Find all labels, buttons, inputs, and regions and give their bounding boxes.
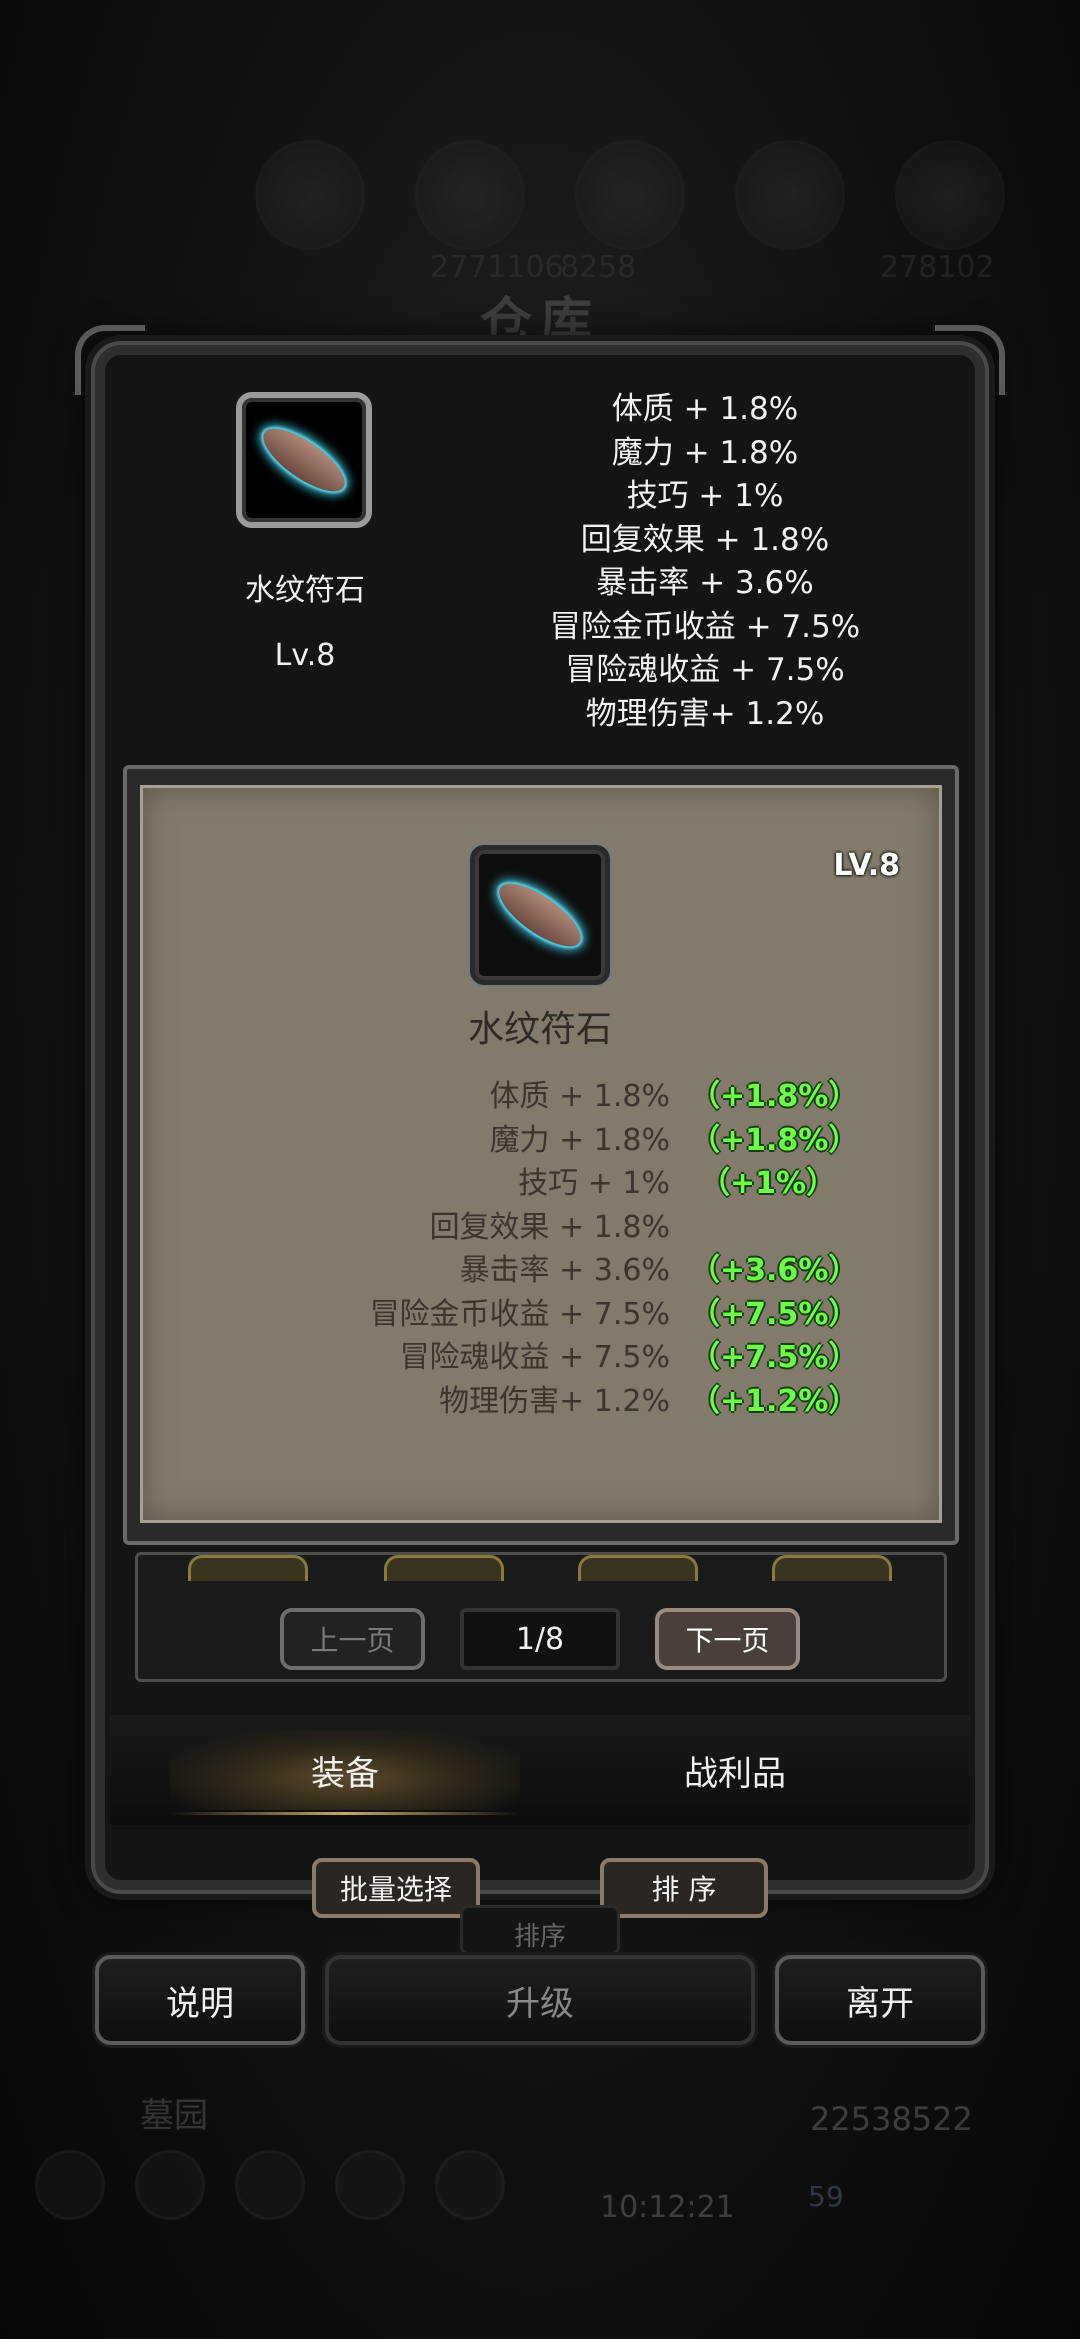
water-rune-stone-icon	[254, 417, 354, 503]
stat-row: 物理伤害+ 1.2% （+1.2%）	[300, 1380, 880, 1424]
stat-bonus: （+3.6%）	[690, 1253, 859, 1288]
stat-line: 魔力 + 1.8%	[611, 434, 799, 471]
menu-icon	[135, 2150, 205, 2220]
stat-text: 回复效果 + 1.8%	[429, 1209, 670, 1245]
stat-bonus: （+1%）	[700, 1166, 837, 1201]
frame-ornament	[75, 325, 145, 395]
stat-text: 物理伤害+ 1.2%	[439, 1383, 670, 1419]
stat-bonus: （+1.8%）	[690, 1079, 859, 1114]
stat-line: 体质 + 1.8%	[611, 391, 799, 427]
stat-bonus: （+1.8%）	[690, 1122, 859, 1158]
water-rune-stone-icon	[490, 872, 590, 958]
panel-stats-list: 体质 + 1.8% （+1.8%） 魔力 + 1.8% （+1.8%） 技巧 + 1…	[300, 1075, 880, 1423]
frame-ornament	[935, 325, 1005, 395]
panel-item-icon	[470, 845, 610, 985]
panel-item-name: 水纹符石	[467, 1009, 612, 1050]
stat-text: 魔力 + 1.8%	[489, 1122, 670, 1158]
stat-line: 回复效果 + 1.8%	[580, 521, 830, 558]
info-button[interactable]: 说明	[95, 1955, 305, 2045]
item-name: 水纹符石	[245, 573, 365, 608]
stat-row: 冒险魂收益 + 7.5% （+7.5%）	[300, 1336, 880, 1380]
next-page-button[interactable]: 下一页	[655, 1608, 800, 1670]
menu-icon	[235, 2150, 305, 2220]
panel-item-level: LV.8	[833, 848, 900, 883]
prev-page-button[interactable]: 上一页	[280, 1608, 425, 1670]
background-top-hud: 2771106 8258 278102	[0, 100, 1080, 285]
sort-button[interactable]: 排 序	[600, 1858, 768, 1918]
active-tab-underline	[170, 1812, 520, 1815]
page-indicator: 1/8	[460, 1608, 620, 1670]
stat-text: 冒险魂收益 + 7.5%	[399, 1340, 670, 1375]
stat-text: 冒险金币收益 + 7.5%	[369, 1296, 670, 1332]
stat-row: 暴击率 + 3.6% （+3.6%）	[300, 1249, 880, 1293]
stat-text: 技巧 + 1%	[518, 1166, 670, 1201]
upgrade-button[interactable]: 升级	[325, 1955, 755, 2045]
menu-icon	[35, 2150, 105, 2220]
item-icon	[236, 392, 372, 528]
batch-select-button[interactable]: 批量选择	[312, 1858, 480, 1918]
item-level: Lv.8	[274, 638, 336, 673]
resource-icon	[895, 140, 1005, 250]
item-stats-summary: 体质 + 1.8% 魔力 + 1.8% 技巧 + 1% 回复效果 + 1.8% …	[520, 388, 890, 736]
stat-row: 魔力 + 1.8% （+1.8%）	[300, 1119, 880, 1163]
background-sort-label: 排序	[460, 1905, 620, 1955]
gem-count: 59	[808, 2180, 844, 2213]
stat-line: 技巧 + 1%	[626, 478, 784, 514]
inventory-slot[interactable]	[188, 1555, 308, 1581]
menu-icon	[335, 2150, 405, 2220]
background-bottom-hud: 墓园 22538522 10:12:21 59	[0, 2070, 1080, 2339]
resource-icon	[735, 140, 845, 250]
tab-equipment[interactable]: 装备	[170, 1730, 520, 1810]
inventory-slot[interactable]	[578, 1555, 698, 1581]
stat-row: 冒险金币收益 + 7.5% （+7.5%）	[300, 1293, 880, 1337]
stat-row: 体质 + 1.8% （+1.8%）	[300, 1075, 880, 1119]
gold-count: 22538522	[810, 2100, 973, 2138]
stat-line: 物理伤害+ 1.2%	[585, 695, 825, 732]
resource-icon	[415, 140, 525, 250]
warehouse-title: 仓库	[479, 293, 600, 353]
stat-line: 冒险金币收益 + 7.5%	[549, 608, 861, 645]
stat-bonus: （+7.5%）	[690, 1296, 859, 1332]
clock-time: 10:12:21	[600, 2190, 735, 2225]
inventory-slot[interactable]	[384, 1555, 504, 1581]
stat-row: 技巧 + 1% （+1%）	[300, 1162, 880, 1206]
stat-bonus: （+7.5%）	[690, 1340, 859, 1375]
tab-loot[interactable]: 战利品	[560, 1730, 910, 1810]
resource-icon	[575, 140, 685, 250]
location-label: 墓园	[140, 2096, 208, 2136]
stat-text: 体质 + 1.8%	[489, 1079, 670, 1114]
resource-icon	[255, 140, 365, 250]
leave-button[interactable]: 离开	[775, 1955, 985, 2045]
inventory-slot[interactable]	[772, 1555, 892, 1581]
stat-line: 暴击率 + 3.6%	[596, 565, 814, 601]
stat-line: 冒险魂收益 + 7.5%	[565, 652, 845, 688]
menu-icon	[435, 2150, 505, 2220]
stat-text: 暴击率 + 3.6%	[459, 1253, 670, 1288]
stat-row: 回复效果 + 1.8%	[300, 1206, 880, 1250]
stat-bonus: （+1.2%）	[690, 1383, 859, 1419]
